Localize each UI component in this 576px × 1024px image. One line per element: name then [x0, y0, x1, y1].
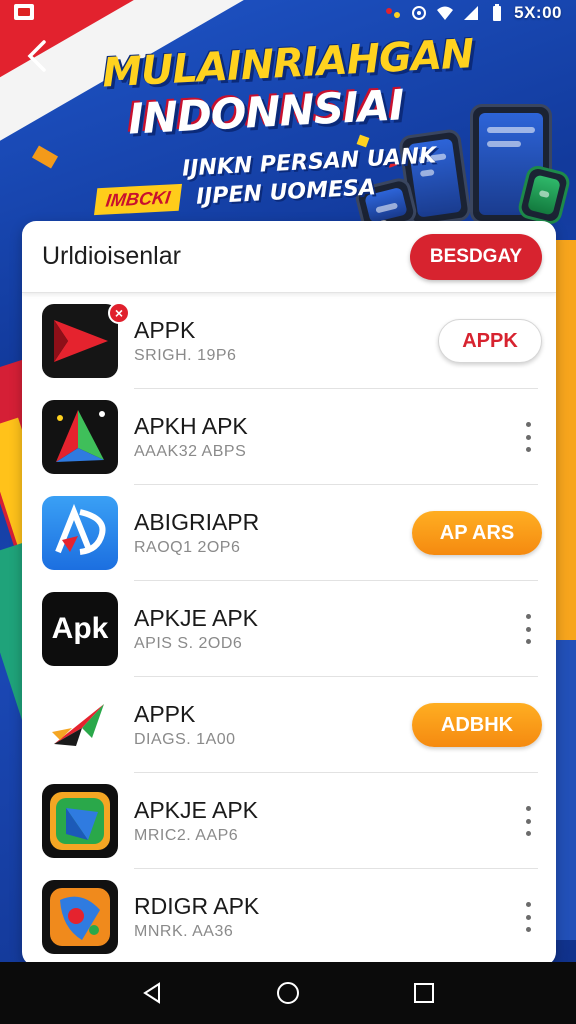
list-item[interactable]: APPK DIAGS. 1A00 ADBHK — [22, 677, 556, 773]
app-action-button[interactable]: APPK — [438, 319, 542, 363]
more-options-icon[interactable] — [520, 614, 536, 644]
list-item[interactable]: × APPK SRIGH. 19P6 APPK — [22, 293, 556, 389]
decoration-icon — [384, 5, 402, 21]
list-item[interactable]: RDIGR APK MNRK. AA36 — [22, 869, 556, 965]
list-item[interactable]: APKH APK AAAK32 ABPS — [22, 389, 556, 485]
more-options-icon[interactable] — [520, 806, 536, 836]
close-icon[interactable]: × — [108, 302, 130, 324]
svg-text:Apk: Apk — [52, 612, 109, 645]
colorful-arrow-icon — [42, 400, 118, 474]
wifi-icon — [436, 5, 454, 21]
more-options-icon[interactable] — [520, 902, 536, 932]
banner-badge: IMBCKI — [93, 183, 183, 216]
red-green-arrow-icon — [42, 688, 118, 762]
app-name: APKJE APK — [134, 605, 259, 631]
list-item[interactable]: Apk APKJE APK APIS S. 2OD6 — [22, 581, 556, 677]
header-action-button[interactable]: BESDGAY — [410, 233, 542, 280]
location-icon — [410, 5, 428, 21]
app-meta: MRIC2. AAP6 — [134, 827, 239, 844]
orange-app-logo-icon — [42, 880, 118, 954]
blue-ap-logo-icon — [42, 496, 118, 570]
more-options-icon[interactable] — [520, 422, 536, 452]
back-triangle-icon — [143, 982, 160, 1004]
app-action-button[interactable]: AP ARS — [412, 511, 542, 555]
status-bar: 5X:00 — [0, 0, 576, 26]
green-shield-logo-icon — [42, 784, 118, 858]
battery-icon — [488, 4, 506, 21]
app-list-card: Urldioisenlar BESDGAY × APPK SRIGH. 19P6… — [22, 221, 556, 966]
app-name: APKJE APK — [134, 797, 259, 823]
red-play-arrow-icon — [42, 304, 118, 378]
app-name: APKH APK — [134, 413, 248, 439]
app-name: RDIGR APK — [134, 893, 260, 919]
chevron-left-icon — [27, 40, 46, 72]
nav-home-button[interactable] — [268, 973, 308, 1013]
list-item[interactable]: APKJE APK MRIC2. AAP6 — [22, 773, 556, 869]
signal-icon — [462, 5, 480, 21]
recents-square-icon — [414, 983, 434, 1003]
card-header: Urldioisenlar BESDGAY — [22, 221, 556, 293]
app-meta: APIS S. 2OD6 — [134, 635, 243, 652]
app-meta: MNRK. AA36 — [134, 923, 234, 940]
home-circle-icon — [277, 982, 299, 1004]
nav-back-button[interactable] — [132, 973, 172, 1013]
app-list: × APPK SRIGH. 19P6 APPK APKH APK AAAK32 … — [22, 293, 556, 965]
system-navigation-bar — [0, 962, 576, 1024]
apk-text-logo-icon: Apk — [42, 592, 118, 666]
app-action-button[interactable]: ADBHK — [412, 703, 542, 747]
back-button[interactable] — [20, 38, 56, 78]
list-item[interactable]: ABIGRIAPR RAOQ1 2OP6 AP ARS — [22, 485, 556, 581]
notification-icon — [14, 4, 34, 20]
nav-recents-button[interactable] — [404, 973, 444, 1013]
app-meta: AAAK32 ABPS — [134, 443, 247, 460]
clock-time: 5X:00 — [514, 3, 562, 22]
card-title: Urldioisenlar — [42, 242, 181, 270]
